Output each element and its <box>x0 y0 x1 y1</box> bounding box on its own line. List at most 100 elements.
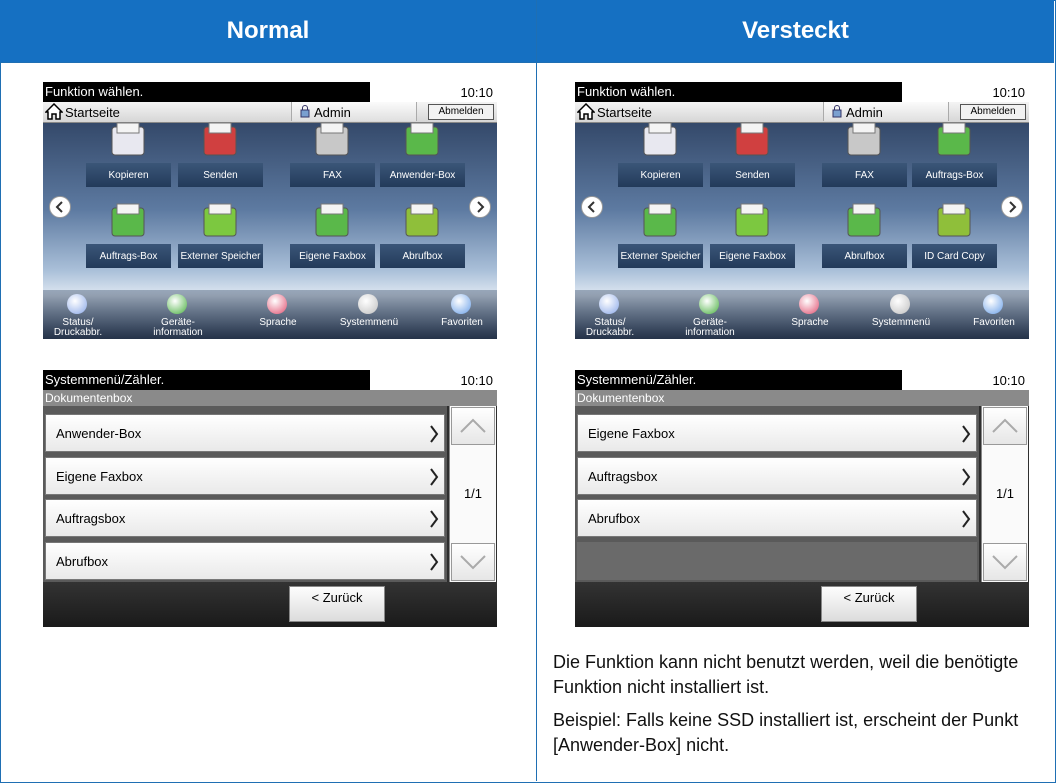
next-page-button[interactable] <box>469 196 491 218</box>
system-menu-icon[interactable] <box>358 294 378 314</box>
function-tile[interactable]: Senden <box>710 163 795 187</box>
chevron-right-icon <box>429 468 439 491</box>
shortcut-label: Favoriten <box>441 317 483 328</box>
language-icon[interactable] <box>267 294 287 314</box>
status-message: Systemmenü/Zähler. <box>577 372 697 387</box>
chevron-right-icon <box>429 425 439 448</box>
clock: 10:10 <box>460 373 493 388</box>
device-info-icon[interactable] <box>167 294 187 314</box>
header-normal: Normal <box>0 0 536 62</box>
shortcut-label: Sprache <box>791 317 829 328</box>
back-button[interactable]: < Zurück <box>289 586 385 622</box>
shortcut-label: Status/ Druckabbr. <box>585 317 635 338</box>
system-menu-hidden: Systemmenü/Zähler. 10:10 Dokumentenbox 1… <box>575 370 1029 627</box>
footer-bar: < Zurück <box>43 582 497 627</box>
menu-row[interactable]: Abrufbox <box>577 499 977 537</box>
scroll-down-button[interactable] <box>983 543 1027 581</box>
function-icon <box>200 202 240 240</box>
lock-icon <box>832 105 842 118</box>
shortcut-label: Systemmenü <box>871 317 931 328</box>
menu-row-label: Eigene Faxbox <box>56 469 143 484</box>
chevron-left-icon <box>55 201 63 213</box>
next-page-button[interactable] <box>1001 196 1023 218</box>
status-message: Systemmenü/Zähler. <box>45 372 165 387</box>
function-tile[interactable]: FAX <box>822 163 907 187</box>
shortcut-label: Status/ Druckabbr. <box>53 317 103 338</box>
function-tile[interactable]: Senden <box>178 163 263 187</box>
prev-page-button[interactable] <box>49 196 71 218</box>
footer-bar: < Zurück <box>575 582 1029 627</box>
logout-button[interactable]: Abmelden <box>960 104 1026 120</box>
function-tile[interactable]: Auftrags-Box <box>86 244 171 268</box>
home-label[interactable]: Startseite <box>65 105 120 120</box>
function-tile[interactable]: FAX <box>290 163 375 187</box>
function-icon <box>732 121 772 159</box>
menu-row[interactable]: Abrufbox <box>45 542 445 580</box>
chevron-right-icon <box>961 425 971 448</box>
menu-row[interactable]: Auftragsbox <box>45 499 445 537</box>
function-icon <box>312 121 352 159</box>
home-label[interactable]: Startseite <box>597 105 652 120</box>
menu-row-label: Anwender-Box <box>56 426 142 441</box>
function-icon <box>200 121 240 159</box>
function-tile[interactable]: Auftrags-Box <box>912 163 997 187</box>
home-screen-hidden: Funktion wählen. 10:10 Startseite Admin … <box>575 82 1029 339</box>
scroll-panel: 1/1 <box>449 406 496 582</box>
screen-subtitle: Dokumentenbox <box>43 390 497 406</box>
menu-row[interactable]: Anwender-Box <box>45 414 445 452</box>
system-menu-icon[interactable] <box>890 294 910 314</box>
back-button[interactable]: < Zurück <box>821 586 917 622</box>
function-icon <box>640 121 680 159</box>
chevron-right-icon <box>429 510 439 533</box>
header-divider <box>0 62 1054 63</box>
column-divider <box>536 0 537 781</box>
function-tile[interactable]: Anwender-Box <box>380 163 465 187</box>
shortcut-label: Systemmenü <box>339 317 399 328</box>
chevron-right-icon <box>961 468 971 491</box>
chevron-up-icon <box>460 418 486 433</box>
favorites-icon[interactable] <box>451 294 471 314</box>
function-tile[interactable]: ID Card Copy <box>912 244 997 268</box>
scroll-up-button[interactable] <box>983 407 1027 445</box>
admin-field[interactable]: Admin <box>823 102 949 121</box>
screen-subtitle: Dokumentenbox <box>575 390 1029 406</box>
function-icon <box>934 202 974 240</box>
logout-button[interactable]: Abmelden <box>428 104 494 120</box>
device-info-icon[interactable] <box>699 294 719 314</box>
clock: 10:10 <box>992 85 1025 100</box>
function-tile[interactable]: Kopieren <box>618 163 703 187</box>
status-message: Funktion wählen. <box>577 84 676 99</box>
menu-row-label: Auftragsbox <box>56 511 126 526</box>
function-tile[interactable]: Externer Speicher <box>178 244 263 268</box>
clock: 10:10 <box>992 373 1025 388</box>
function-tile[interactable]: Eigene Faxbox <box>290 244 375 268</box>
function-tile[interactable]: Abrufbox <box>822 244 907 268</box>
function-tile[interactable]: Abrufbox <box>380 244 465 268</box>
status-bar: Systemmenü/Zähler. 10:10 <box>43 370 497 390</box>
function-icon <box>312 202 352 240</box>
language-icon[interactable] <box>799 294 819 314</box>
function-icon <box>402 121 442 159</box>
status-bar: Funktion wählen. 10:10 <box>575 82 1029 102</box>
chevron-down-icon <box>992 555 1018 570</box>
prev-page-button[interactable] <box>581 196 603 218</box>
function-tile[interactable]: Externer Speicher <box>618 244 703 268</box>
function-tile[interactable]: Kopieren <box>86 163 171 187</box>
menu-row[interactable]: Auftragsbox <box>577 457 977 495</box>
function-icon <box>640 202 680 240</box>
admin-field[interactable]: Admin <box>291 102 417 121</box>
menu-row[interactable]: Eigene Faxbox <box>577 414 977 452</box>
home-icon[interactable] <box>45 103 63 120</box>
home-icon[interactable] <box>577 103 595 120</box>
status-icon[interactable] <box>67 294 87 314</box>
scroll-down-button[interactable] <box>451 543 495 581</box>
status-icon[interactable] <box>599 294 619 314</box>
scroll-up-button[interactable] <box>451 407 495 445</box>
menu-row-label: Abrufbox <box>588 511 641 526</box>
status-bar: Funktion wählen. 10:10 <box>43 82 497 102</box>
function-tile[interactable]: Eigene Faxbox <box>710 244 795 268</box>
favorites-icon[interactable] <box>983 294 1003 314</box>
menu-row[interactable]: Eigene Faxbox <box>45 457 445 495</box>
function-icon <box>844 202 884 240</box>
nav-bar: Startseite Admin Abmelden <box>575 102 1029 123</box>
